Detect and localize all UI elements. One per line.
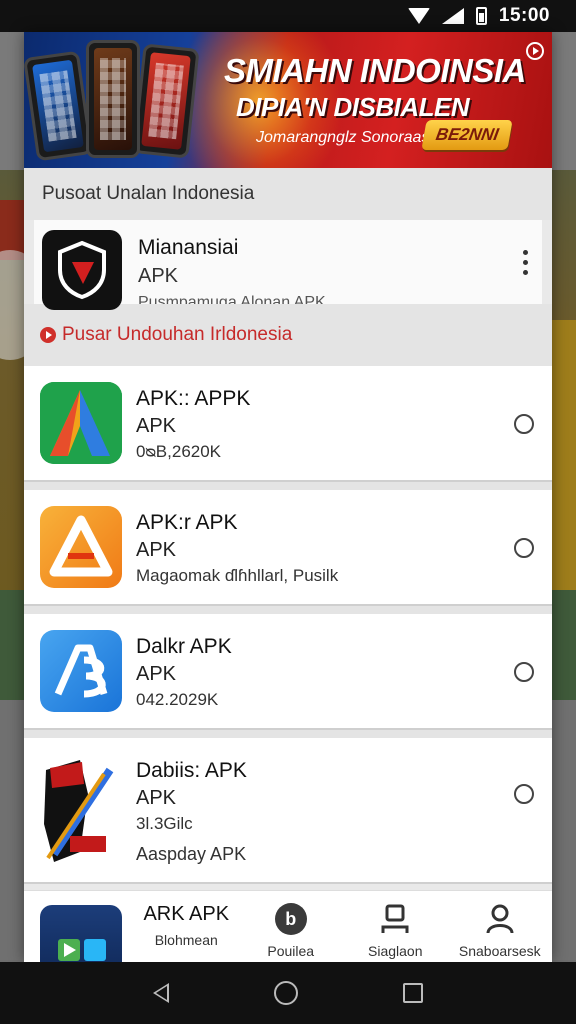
featured-app-meta: Pusmpamuga Alonan APK — [138, 294, 326, 304]
list-item[interactable]: APK:r APK APK Magaomak ɗlɦhllarl, Pusilk — [24, 490, 552, 606]
app-logo-icon — [40, 754, 122, 866]
app-logo-icon — [40, 382, 122, 464]
app-logo-icon — [40, 630, 122, 712]
app-meta: 3l.3Ԍilc — [136, 814, 193, 834]
featured-app-name: Mianansiai — [138, 236, 239, 259]
banner-cta-button[interactable]: BE2NNI — [421, 120, 514, 150]
app-name: APK:: APPK — [136, 387, 251, 410]
nav-item-label: Snaboarsesk — [458, 943, 541, 959]
app-name: APK:r APK — [136, 511, 238, 534]
section-label-text: Pusar Undouhan Irldonesia — [62, 324, 293, 345]
nav-item-account[interactable]: Snaboarsesk — [448, 891, 553, 962]
phone-image — [132, 43, 200, 159]
section-title: Pusoat Unalan Indonesia — [24, 168, 552, 220]
app-meta: Magaomak ɗlɦhllarl, Pusilk — [136, 566, 339, 586]
promo-banner[interactable]: SMIAHN INDOINSIA DIPIA'N DISBIALEN Jomar… — [24, 32, 552, 168]
battery-icon — [475, 7, 487, 25]
phone-image — [86, 40, 140, 158]
select-radio[interactable] — [514, 784, 534, 804]
app-name: Dalkr APK — [136, 635, 232, 658]
nav-item-profile-flat[interactable]: Siaglaon — [343, 891, 448, 962]
nav-first-top-label: ARK APK — [143, 903, 230, 925]
system-navigation-bar — [0, 962, 576, 1024]
person-icon — [486, 904, 514, 934]
phone-image — [24, 50, 93, 162]
app-meta: 042.2029K — [136, 690, 219, 710]
list-item[interactable]: APK:: APPK APK 0ᴓB,2620K — [24, 366, 552, 482]
home-icon[interactable] — [273, 981, 298, 1005]
featured-app-type: APK — [138, 265, 179, 287]
person-flat-icon — [381, 904, 409, 933]
b-circle-icon: b — [274, 903, 307, 935]
app-name: Dabiis: APK — [136, 759, 247, 782]
list-item[interactable]: Dalkr APK APK 042.2029K — [24, 614, 552, 730]
bottom-sheet: SMIAHN INDOINSIA DIPIA'N DISBIALEN Jomar… — [24, 32, 552, 962]
store-app-icon[interactable] — [40, 905, 122, 962]
nav-item-label: Blohmean — [154, 932, 218, 948]
nav-item-label: Pouilea — [267, 943, 315, 959]
status-time: 15:00 — [498, 5, 550, 26]
more-options-icon[interactable] — [523, 250, 528, 275]
featured-app-item[interactable]: Mianansiai APK Pusmpamuga Alonan APK — [34, 220, 542, 310]
nav-item-b[interactable]: b Pouilea — [239, 891, 344, 962]
recent-apps-icon[interactable] — [403, 983, 424, 1003]
wifi-icon — [407, 8, 430, 24]
banner-title: SMIAHN INDOINSIA — [224, 52, 526, 89]
select-radio[interactable] — [514, 414, 534, 434]
app-type: APK — [136, 663, 177, 686]
banner-subtitle: DIPIA'N DISBIALEN — [236, 92, 470, 122]
app-logo-icon — [40, 506, 122, 588]
select-radio[interactable] — [514, 538, 534, 558]
app-type: APK — [136, 787, 177, 810]
list-item[interactable]: Dabiis: APK APK 3l.3Ԍilc Aaspday APK — [24, 738, 552, 884]
bottom-navigation: ARK APK Blohmean b Pouilea Siaglaon Snab… — [24, 890, 552, 962]
app-type: APK — [136, 539, 177, 562]
ad-choices-icon[interactable] — [526, 42, 544, 60]
play-badge-icon — [40, 327, 56, 343]
app-list: APK:: APPK APK 0ᴓB,2620K APK:r APK APK M… — [24, 366, 552, 884]
back-icon[interactable] — [152, 983, 169, 1003]
section-label: Pusar Undouhan Irldonesia — [24, 304, 552, 366]
shield-play-icon — [42, 230, 122, 310]
signal-icon — [441, 8, 464, 24]
app-type: APK — [136, 415, 177, 438]
status-bar: 15:00 — [0, 0, 576, 32]
banner-tagline: Jomarangnglz Sonoraasr — [256, 129, 435, 146]
select-radio[interactable] — [514, 662, 534, 682]
nav-item-label: Siaglaon — [368, 943, 423, 959]
app-meta: 0ᴓB,2620K — [136, 442, 222, 462]
nav-item-home[interactable]: ARK APK Blohmean — [134, 891, 239, 962]
app-extra: Aaspday APK — [136, 843, 247, 864]
